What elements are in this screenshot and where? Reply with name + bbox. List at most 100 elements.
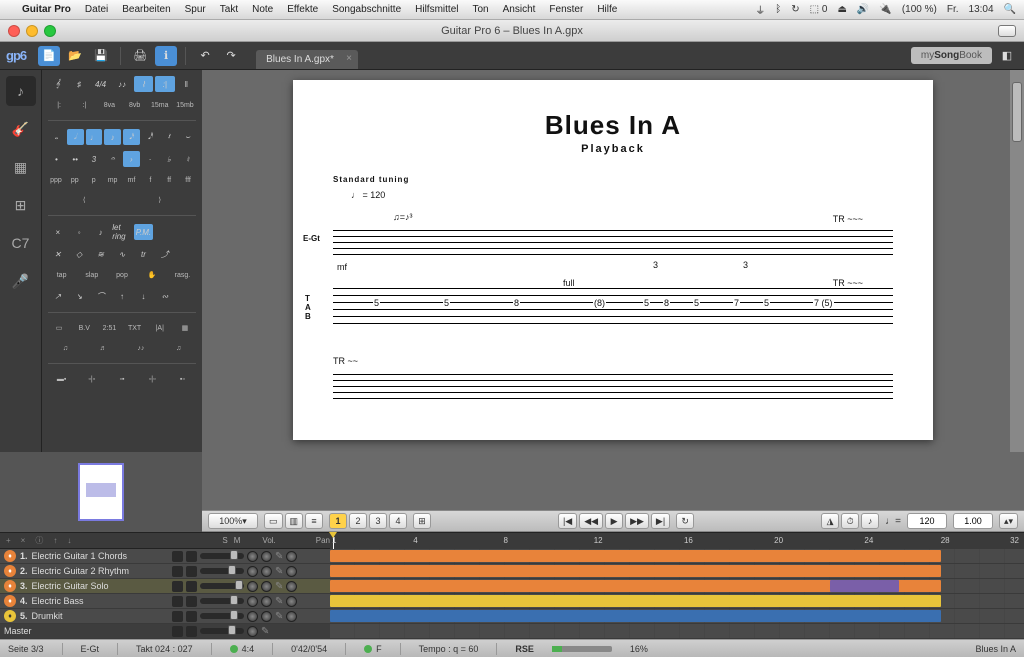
beam4-icon[interactable]: ♫	[161, 341, 196, 355]
track-lane[interactable]	[330, 609, 1024, 623]
wifi-icon[interactable]: ⏚	[755, 2, 765, 17]
mic-tool[interactable]: 🎤	[6, 266, 36, 296]
menu-datei[interactable]: Datei	[85, 4, 108, 15]
quarter-note-icon[interactable]: ♩	[86, 129, 103, 145]
fx-knob[interactable]	[286, 596, 297, 607]
mute-toggle[interactable]	[186, 596, 197, 607]
beam3-icon[interactable]: ♪♪	[124, 341, 159, 355]
eq-knob[interactable]	[261, 551, 272, 562]
treble-clef-icon[interactable]: 𝄞	[48, 76, 67, 92]
menu-takt[interactable]: Takt	[220, 4, 238, 15]
countdown-button[interactable]: ⏱	[841, 513, 859, 529]
decrescendo-icon[interactable]: ⟩	[124, 193, 197, 207]
sync-icon[interactable]: ↻	[791, 4, 799, 15]
new-button[interactable]: 📄	[38, 46, 60, 66]
app-menu[interactable]: Guitar Pro	[22, 4, 71, 15]
view-screen-button[interactable]: ▥	[285, 513, 304, 529]
menu-bearbeiten[interactable]: Bearbeiten	[122, 4, 170, 15]
automation4-icon[interactable]: ▫|▫	[139, 372, 166, 386]
metronome-button[interactable]: ◮	[821, 513, 839, 529]
menu-note[interactable]: Note	[252, 4, 273, 15]
view-page-button[interactable]: ▭	[264, 513, 283, 529]
track-edit-icon[interactable]: ✎	[275, 566, 283, 577]
clip[interactable]	[330, 595, 941, 607]
master-mute[interactable]	[186, 626, 197, 637]
timer-icon[interactable]: 2:51	[98, 321, 120, 335]
eighth-note-icon[interactable]: ♪	[104, 129, 121, 145]
solo-toggle[interactable]	[172, 566, 183, 577]
track-row[interactable]: ♦5. Drumkit✎	[0, 609, 1024, 624]
loop-button[interactable]: ↻	[676, 513, 694, 529]
slide-up-icon[interactable]: ↗	[48, 288, 67, 304]
mysongbook-button[interactable]: mySongBook	[911, 47, 992, 64]
vertical-scrollbar[interactable]	[1010, 70, 1024, 452]
toolbar-toggle[interactable]	[998, 25, 1016, 37]
pan-knob[interactable]	[247, 551, 258, 562]
edit-tool[interactable]: ♪	[6, 76, 36, 106]
trill-icon[interactable]: tr	[134, 246, 153, 262]
marker-1[interactable]: 1	[329, 513, 347, 529]
sixteenth-note-icon[interactable]: 𝅘𝅥𝅯	[123, 129, 140, 145]
menu-hilfsmittel[interactable]: Hilfsmittel	[415, 4, 458, 15]
master-edit-icon[interactable]: ✎	[261, 626, 271, 637]
ghost-note-icon[interactable]: ×	[48, 224, 67, 240]
undo-button[interactable]: ↶	[194, 46, 216, 66]
volume-slider[interactable]	[200, 553, 244, 559]
track-lane[interactable]	[330, 549, 1024, 563]
menu-effekte[interactable]: Effekte	[287, 4, 318, 15]
automation5-icon[interactable]: ▪▫	[169, 372, 196, 386]
thirtysecond-note-icon[interactable]: 𝅘𝅥𝅰	[142, 129, 159, 145]
ppp-icon[interactable]: ppp	[48, 173, 64, 187]
pan-knob[interactable]	[247, 611, 258, 622]
cross-icon[interactable]: ✕	[48, 246, 67, 262]
slap-icon[interactable]: slap	[78, 268, 105, 282]
eq-knob[interactable]	[261, 596, 272, 607]
accent-icon[interactable]: ›	[123, 151, 140, 167]
solo-toggle[interactable]	[172, 581, 183, 592]
timeline-ruler[interactable]: 1 4 8 12 16 20 24 28 32	[330, 533, 1024, 549]
doubledot-icon[interactable]: ••	[67, 151, 84, 167]
automation2-icon[interactable]: ▫|▫	[78, 372, 105, 386]
rewind-button[interactable]: ◀◀	[579, 513, 603, 529]
master-pan-knob[interactable]	[247, 626, 258, 637]
brush-up-icon[interactable]: ↑	[112, 288, 131, 304]
half-note-icon[interactable]: 𝅗𝅥	[67, 129, 84, 145]
quindicesima-bassa-icon[interactable]: 15mb	[174, 98, 196, 112]
master-vol-slider[interactable]	[200, 628, 244, 634]
save-button[interactable]: 💾	[90, 46, 112, 66]
pan-knob[interactable]	[247, 566, 258, 577]
tempo-input[interactable]	[907, 513, 947, 529]
mf-icon[interactable]: mf	[124, 173, 140, 187]
mute-toggle[interactable]	[186, 611, 197, 622]
whole-note-icon[interactable]: 𝅝	[48, 129, 65, 145]
bend-icon[interactable]: ⤴	[155, 246, 174, 262]
rewind-start-button[interactable]: |◀	[558, 513, 577, 529]
mixer-tool[interactable]: ⊞	[6, 190, 36, 220]
fx-knob[interactable]	[286, 551, 297, 562]
volume-slider[interactable]	[200, 598, 244, 604]
pp-icon[interactable]: pp	[67, 173, 83, 187]
chord-tool[interactable]: C7	[6, 228, 36, 258]
play-button[interactable]: ▶	[605, 513, 623, 529]
tuner-button[interactable]: ♪	[861, 513, 879, 529]
brush-down-icon[interactable]: ↓	[134, 288, 153, 304]
mp-icon[interactable]: mp	[105, 173, 121, 187]
tremolo-icon[interactable]: ≋	[91, 246, 110, 262]
speed-stepper[interactable]: ▴▾	[999, 513, 1018, 529]
flat-icon[interactable]: ♭	[161, 151, 178, 167]
beam1-icon[interactable]: ♫	[48, 341, 83, 355]
move-down-button[interactable]: ↓	[67, 536, 71, 545]
volume-slider[interactable]	[200, 568, 244, 574]
track-edit-icon[interactable]: ✎	[275, 581, 283, 592]
menu-ton[interactable]: Ton	[472, 4, 488, 15]
marker-4[interactable]: 4	[389, 513, 407, 529]
marker-3[interactable]: 3	[369, 513, 387, 529]
zoom-button[interactable]	[44, 25, 56, 37]
page-thumbnail[interactable]	[78, 463, 124, 521]
repeat-close-icon[interactable]: :|	[73, 98, 95, 112]
info-button[interactable]: ℹ	[155, 46, 177, 66]
mute-toggle[interactable]	[186, 566, 197, 577]
tie-icon[interactable]: ⌣	[179, 129, 196, 145]
track-lane[interactable]	[330, 564, 1024, 578]
eject-icon[interactable]: ⏏	[837, 4, 846, 15]
